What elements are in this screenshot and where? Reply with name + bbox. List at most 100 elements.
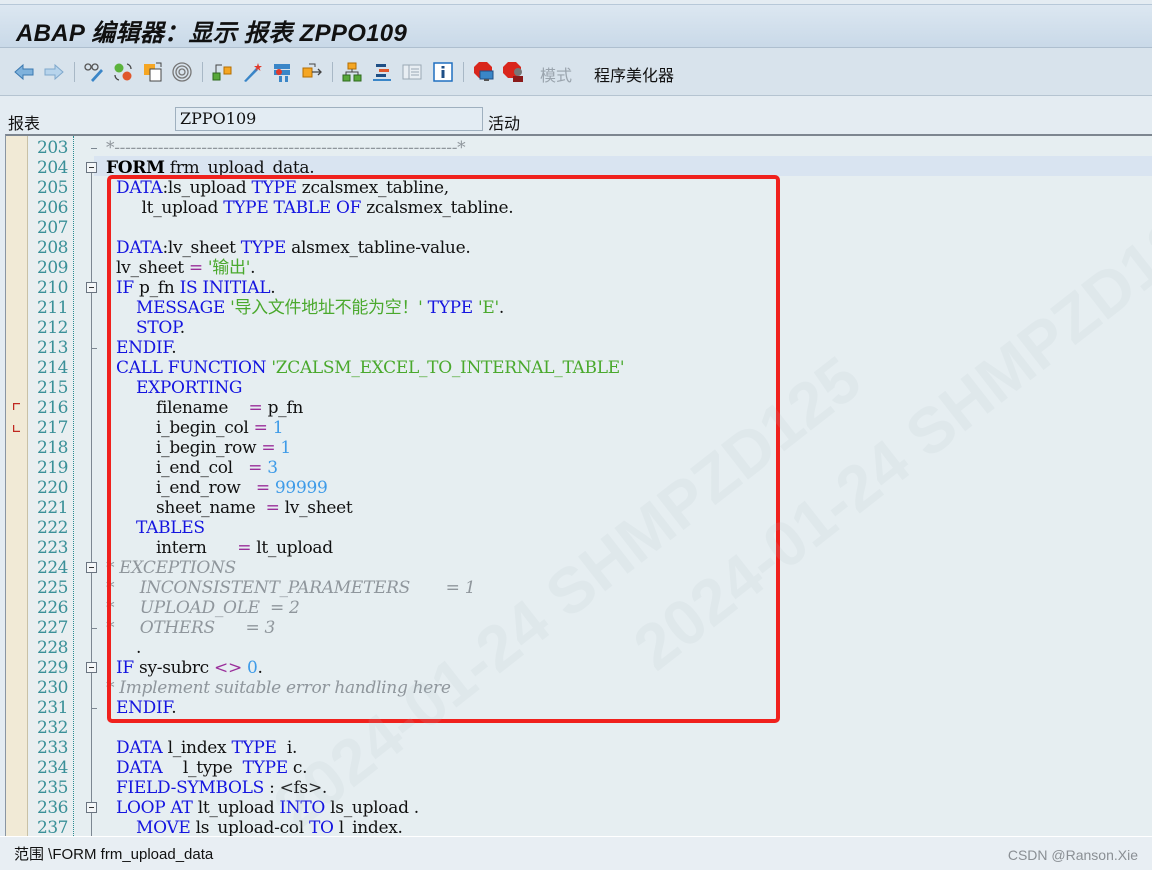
code-text: *---------------------------------------… — [106, 138, 466, 158]
identifier-token: lt_upload — [251, 538, 333, 558]
code-line[interactable]: 214 CALL FUNCTION 'ZCALSM_EXCEL_TO_INTERN… — [6, 358, 1152, 378]
code-line[interactable]: 204 FORM frm_upload_data. — [6, 158, 1152, 178]
identifier-token: : <fs>. — [263, 778, 328, 798]
code-line[interactable]: 228. — [6, 638, 1152, 658]
code-line[interactable]: 230 * Implement suitable error handling h… — [6, 678, 1152, 698]
back-button[interactable] — [12, 60, 36, 84]
collapse-block-icon[interactable] — [86, 562, 97, 573]
operator-token: = — [253, 418, 268, 438]
code-line[interactable]: 208 DATA:lv_sheet TYPE alsmex_tabline-val… — [6, 238, 1152, 258]
breakpoint-start-marker — [13, 403, 20, 410]
code-line[interactable]: 235 FIELD-SYMBOLS : <fs>. — [6, 778, 1152, 798]
code-line[interactable]: 223 intern = lt_upload — [6, 538, 1152, 558]
pretty-printer-button[interactable]: 程序美化器 — [594, 62, 674, 86]
code-line[interactable]: 207 — [6, 218, 1152, 238]
line-number: 230 — [37, 678, 68, 698]
code-line[interactable]: 220 i_end_row = 99999 — [6, 478, 1152, 498]
activate-button[interactable] — [240, 60, 264, 84]
set-breakpoint-button[interactable] — [472, 60, 496, 84]
fold-end-marker — [91, 348, 97, 349]
code-text: DATA:ls_upload TYPE zcalsmex_tabline, — [116, 178, 449, 198]
keyword-token: TYPE — [251, 178, 297, 198]
code-text: filename = p_fn — [156, 398, 303, 418]
line-number: 220 — [37, 478, 68, 498]
code-line[interactable]: 216 filename = p_fn — [6, 398, 1152, 418]
program-status: 活动 — [488, 114, 521, 133]
code-line[interactable]: 236 LOOP AT lt_upload INTO ls_upload . — [6, 798, 1152, 818]
report-field-row: 报表 ZPPO109 活动 — [0, 96, 1152, 134]
application-toolbar: 模式 程序美化器 — [0, 48, 1152, 96]
code-line[interactable]: 215 EXPORTING — [6, 378, 1152, 398]
code-line[interactable]: 206 lt_upload TYPE TABLE OF zcalsmex_tab… — [6, 198, 1152, 218]
code-text: DATA l_index TYPE i. — [116, 738, 297, 758]
other-object-button[interactable] — [141, 60, 165, 84]
where-used-list-button[interactable] — [300, 60, 324, 84]
info-button[interactable] — [431, 60, 455, 84]
session-breakpoint-button[interactable] — [502, 60, 526, 84]
where-used-button[interactable] — [170, 60, 194, 84]
code-line[interactable]: 237 MOVE ls_upload-col TO l_index. — [6, 818, 1152, 836]
copy-object-icon — [144, 62, 162, 82]
info-icon — [433, 62, 453, 82]
code-line[interactable]: 209 lv_sheet = '输出'. — [6, 258, 1152, 278]
code-line[interactable]: 203 *------------------------------------… — [6, 138, 1152, 158]
code-text: * UPLOAD_OLE = 2 — [106, 598, 300, 618]
code-editor[interactable]: 203 *------------------------------------… — [5, 134, 1152, 836]
navigation-window-button[interactable] — [370, 60, 394, 84]
code-line[interactable]: 229 IF sy-subrc <> 0. — [6, 658, 1152, 678]
code-line[interactable]: 205 DATA:ls_upload TYPE zcalsmex_tabline, — [6, 178, 1152, 198]
line-number: 219 — [37, 458, 68, 478]
identifier-token: :lv_sheet — [162, 238, 241, 258]
display-change-button[interactable] — [82, 60, 106, 84]
line-number: 205 — [37, 178, 68, 198]
code-text: FIELD-SYMBOLS : <fs>. — [116, 778, 327, 798]
keyword-token: EXPORTING — [136, 378, 243, 398]
report-name-field[interactable]: ZPPO109 — [175, 107, 483, 131]
object-list-button[interactable] — [340, 60, 364, 84]
collapse-block-icon[interactable] — [86, 162, 97, 173]
code-line[interactable]: 224 * EXCEPTIONS — [6, 558, 1152, 578]
code-text: ENDIF. — [116, 698, 177, 718]
code-line[interactable]: 222 TABLES — [6, 518, 1152, 538]
code-line[interactable]: 226 * UPLOAD_OLE = 2 — [6, 598, 1152, 618]
identifier-token: p_fn — [262, 398, 304, 418]
code-line[interactable]: 210 IF p_fn IS INITIAL. — [6, 278, 1152, 298]
operator-token: = — [248, 458, 263, 478]
code-line[interactable]: 213 ENDIF. — [6, 338, 1152, 358]
identifier-token: intern — [156, 538, 238, 558]
code-line[interactable]: 234 DATA l_type TYPE c. — [6, 758, 1152, 778]
code-line[interactable]: 212 STOP. — [6, 318, 1152, 338]
code-line[interactable]: 225 * INCONSISTENT_PARAMETERS = 1 — [6, 578, 1152, 598]
code-line[interactable]: 219 i_end_col = 3 — [6, 458, 1152, 478]
keyword-token: DATA — [116, 738, 163, 758]
window-title: ABAP 编辑器：显示 报表 ZPPO109 — [16, 20, 408, 47]
keyword-token: FIELD-SYMBOLS — [116, 778, 264, 798]
collapse-block-icon[interactable] — [86, 802, 97, 813]
stack-list-icon — [373, 64, 391, 81]
stop-user-icon — [503, 62, 523, 82]
keyword-token: TYPE — [231, 738, 277, 758]
operator-token: = — [261, 438, 276, 458]
code-line[interactable]: 221 sheet_name = lv_sheet — [6, 498, 1152, 518]
code-line[interactable]: 227 * OTHERS = 3 — [6, 618, 1152, 638]
code-line[interactable]: 231 ENDIF. — [6, 698, 1152, 718]
code-line[interactable]: 217 i_begin_col = 1 — [6, 418, 1152, 438]
check-button[interactable] — [210, 60, 234, 84]
code-line[interactable]: 218 i_begin_row = 1 — [6, 438, 1152, 458]
forward-button[interactable] — [42, 60, 66, 84]
pattern-button[interactable]: 模式 — [540, 62, 572, 86]
comment-token: * INCONSISTENT_PARAMETERS = 1 — [106, 578, 476, 598]
fold-end-marker — [91, 708, 97, 709]
code-line[interactable]: 233 DATA l_index TYPE i. — [6, 738, 1152, 758]
code-text: * EXCEPTIONS — [106, 558, 236, 578]
toolbar-separator — [202, 62, 203, 82]
active-inactive-button[interactable] — [111, 60, 135, 84]
keyword-token: LOOP AT — [116, 798, 193, 818]
collapse-block-icon[interactable] — [86, 662, 97, 673]
test-button[interactable] — [270, 60, 294, 84]
code-line[interactable]: 211 MESSAGE '导入文件地址不能为空！' TYPE 'E'. — [6, 298, 1152, 318]
code-line[interactable]: 232 — [6, 718, 1152, 738]
layout-button[interactable] — [400, 60, 424, 84]
identifier-token: . — [257, 658, 263, 678]
collapse-block-icon[interactable] — [86, 282, 97, 293]
